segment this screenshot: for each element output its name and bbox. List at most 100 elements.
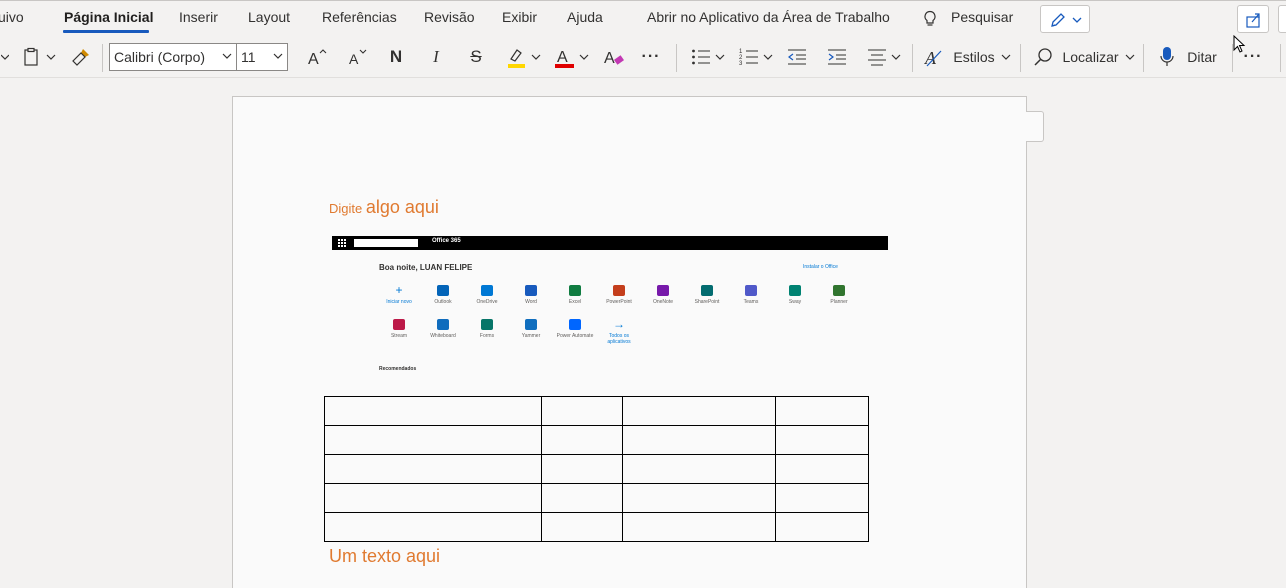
power-automate-icon: [569, 319, 581, 330]
table-cell[interactable]: [775, 396, 869, 426]
chevron-down-icon: [222, 53, 232, 59]
table-cell[interactable]: [622, 425, 776, 455]
tab-arquivo[interactable]: uivo: [0, 9, 24, 25]
table-cell[interactable]: [775, 454, 869, 484]
table-cell[interactable]: [324, 454, 542, 484]
tab-revisao[interactable]: Revisão: [424, 9, 475, 25]
share-icon: [1246, 13, 1260, 28]
table-cell[interactable]: [622, 483, 776, 513]
app-tile: Yammer: [509, 319, 553, 339]
table-cell[interactable]: [541, 454, 623, 484]
search-icon: [1034, 48, 1053, 66]
grow-font-button[interactable]: A: [302, 42, 332, 72]
bold-button[interactable]: N: [382, 42, 410, 72]
align-button[interactable]: [864, 42, 904, 72]
find-label: Localizar: [1062, 49, 1119, 65]
shrink-font-button[interactable]: A: [342, 42, 372, 72]
font-size-select[interactable]: 11: [236, 43, 288, 71]
app-tile: Stream: [377, 319, 421, 339]
sharepoint-icon: [701, 285, 713, 296]
paintbrush-icon: [72, 49, 89, 66]
bottom-text[interactable]: Um texto aqui: [329, 546, 440, 567]
table-cell[interactable]: [541, 512, 623, 542]
word-icon: [525, 285, 537, 296]
onedrive-icon: [481, 285, 493, 296]
dictate-button[interactable]: Ditar: [1152, 42, 1224, 72]
table-cell[interactable]: [622, 454, 776, 484]
table-cell[interactable]: [775, 512, 869, 542]
increase-indent-button[interactable]: [824, 42, 850, 72]
paste-button[interactable]: [20, 42, 58, 72]
table-cell[interactable]: [541, 483, 623, 513]
mouse-cursor-icon: [1233, 35, 1246, 53]
clear-formatting-button[interactable]: A: [600, 42, 628, 72]
table-cell[interactable]: [324, 512, 542, 542]
yammer-icon: [525, 319, 537, 330]
lightbulb-icon[interactable]: [922, 10, 938, 28]
comments-button[interactable]: [1278, 5, 1286, 33]
search-label[interactable]: Pesquisar: [951, 9, 1013, 25]
app-label: Iniciar novo: [386, 299, 412, 305]
table-cell[interactable]: [324, 425, 542, 455]
table-cell[interactable]: [541, 425, 623, 455]
app-tile: Forms: [465, 319, 509, 339]
find-button[interactable]: Localizar: [1030, 42, 1138, 72]
font-name-select[interactable]: Calibri (Corpo): [109, 43, 237, 71]
org-logo: [354, 239, 418, 247]
chevron-down-icon: [1001, 54, 1011, 60]
tab-ajuda[interactable]: Ajuda: [567, 9, 603, 25]
app-label: Todos os aplicativos: [607, 333, 631, 345]
italic-button[interactable]: I: [422, 42, 450, 72]
bullet-list-icon: [692, 49, 710, 65]
chevron-down-icon: [273, 53, 283, 59]
table-cell[interactable]: [775, 483, 869, 513]
document-heading[interactable]: Digite algo aqui: [329, 197, 439, 218]
editing-mode-button[interactable]: [1040, 5, 1090, 33]
chevron-down-icon: [531, 54, 541, 60]
tab-inserir[interactable]: Inserir: [179, 9, 218, 25]
chevron-down-icon: [891, 54, 901, 60]
app-tile: Outlook: [421, 285, 465, 305]
font-color-button[interactable]: A: [550, 42, 592, 72]
table-cell[interactable]: [324, 396, 542, 426]
app-label: Stream: [390, 333, 408, 339]
recommended-heading: Recomendados: [379, 366, 417, 372]
table-cell[interactable]: [541, 396, 623, 426]
strikethrough-button[interactable]: S: [462, 42, 490, 72]
tab-referencias[interactable]: Referências: [322, 9, 397, 25]
svg-text:A: A: [349, 51, 359, 67]
table-cell[interactable]: [622, 512, 776, 542]
chevron-down-icon: [1125, 54, 1134, 60]
chevron-down-icon: [715, 54, 725, 60]
separator: [1020, 44, 1021, 72]
bullets-button[interactable]: [688, 42, 728, 72]
tab-pagina-inicial[interactable]: Página Inicial: [64, 9, 153, 25]
table-cell[interactable]: [622, 396, 776, 426]
highlight-color-button[interactable]: [502, 42, 544, 72]
table-cell[interactable]: [775, 425, 869, 455]
open-desktop-app-button[interactable]: Abrir no Aplicativo da Área de Trabalho: [647, 9, 890, 25]
chevron-down-icon: [46, 54, 56, 60]
app-tile: OneNote: [641, 285, 685, 305]
excel-icon: [569, 285, 581, 296]
format-painter-button[interactable]: [68, 42, 94, 72]
more-font-options-button[interactable]: ···: [636, 42, 666, 72]
document-table[interactable]: [324, 396, 869, 542]
tab-layout[interactable]: Layout: [248, 9, 290, 25]
styles-button[interactable]: A Estilos: [922, 42, 1012, 72]
separator: [102, 44, 103, 72]
app-label: Yammer: [521, 333, 541, 339]
office-home-image[interactable]: Office 365 Boa noite, LUAN FELIPE Instal…: [332, 236, 888, 380]
share-button[interactable]: [1237, 5, 1269, 33]
app-tile: PowerPoint: [597, 285, 641, 305]
tab-exibir[interactable]: Exibir: [502, 9, 537, 25]
app-launcher-icon: [338, 239, 346, 247]
numbering-button[interactable]: 123: [736, 42, 776, 72]
app-label: Forms: [479, 333, 495, 339]
highlighter-icon: [508, 49, 525, 68]
table-cell[interactable]: [324, 483, 542, 513]
plus-icon: +: [395, 283, 403, 297]
decrease-indent-button[interactable]: [784, 42, 810, 72]
app-label: Planner: [830, 299, 848, 305]
undo-chevron-icon[interactable]: [0, 42, 10, 72]
